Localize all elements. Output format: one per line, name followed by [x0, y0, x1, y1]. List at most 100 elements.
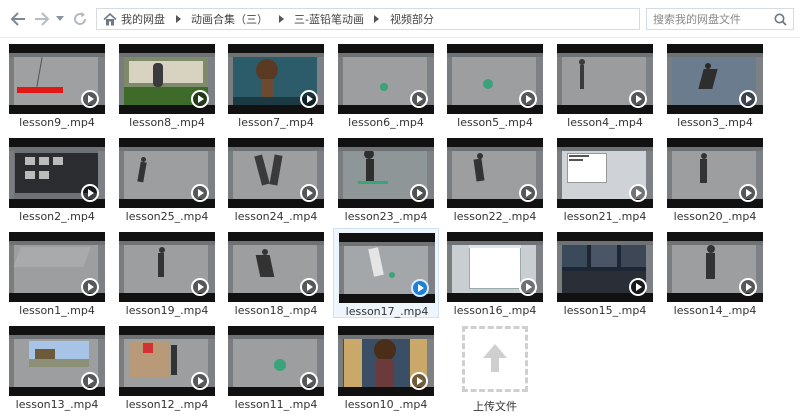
- upload-label[interactable]: 上传文件: [442, 398, 548, 414]
- video-thumbnail[interactable]: [667, 138, 763, 208]
- file-item-video[interactable]: lesson22_.mp4: [442, 134, 548, 224]
- video-thumbnail[interactable]: [557, 44, 653, 114]
- play-icon[interactable]: [191, 90, 209, 108]
- play-icon[interactable]: [191, 372, 209, 390]
- play-icon[interactable]: [519, 184, 537, 202]
- file-item-video[interactable]: lesson24_.mp4: [223, 134, 329, 224]
- file-item-video[interactable]: lesson7_.mp4: [223, 40, 329, 130]
- file-item-video[interactable]: lesson21_.mp4: [552, 134, 658, 224]
- file-name[interactable]: lesson24_.mp4: [223, 210, 329, 223]
- home-icon[interactable]: [103, 12, 117, 26]
- back-button[interactable]: [8, 9, 28, 29]
- file-item-video[interactable]: lesson13_.mp4: [4, 322, 110, 412]
- forward-button[interactable]: [32, 9, 52, 29]
- video-thumbnail[interactable]: [228, 44, 324, 114]
- file-name[interactable]: lesson19_.mp4: [114, 304, 220, 317]
- play-icon[interactable]: [300, 278, 318, 296]
- breadcrumb-item[interactable]: 我的网盘: [121, 11, 165, 27]
- video-thumbnail[interactable]: [119, 232, 215, 302]
- play-icon[interactable]: [300, 184, 318, 202]
- play-icon[interactable]: [629, 184, 647, 202]
- video-thumbnail[interactable]: [338, 44, 434, 114]
- video-thumbnail[interactable]: [667, 44, 763, 114]
- file-name[interactable]: lesson1_.mp4: [4, 304, 110, 317]
- play-icon[interactable]: [519, 278, 537, 296]
- play-icon[interactable]: [739, 278, 757, 296]
- play-icon[interactable]: [519, 90, 537, 108]
- play-icon[interactable]: [81, 184, 99, 202]
- video-thumbnail[interactable]: [9, 44, 105, 114]
- video-thumbnail[interactable]: [9, 138, 105, 208]
- video-thumbnail[interactable]: [447, 44, 543, 114]
- file-item-video[interactable]: lesson11_.mp4: [223, 322, 329, 412]
- file-name[interactable]: lesson8_.mp4: [114, 116, 220, 129]
- file-name[interactable]: lesson11_.mp4: [223, 398, 329, 411]
- video-thumbnail[interactable]: [228, 232, 324, 302]
- play-icon[interactable]: [410, 90, 428, 108]
- file-name[interactable]: lesson15_.mp4: [552, 304, 658, 317]
- video-thumbnail[interactable]: [667, 232, 763, 302]
- video-thumbnail[interactable]: [228, 326, 324, 396]
- play-icon[interactable]: [191, 184, 209, 202]
- file-item-video[interactable]: lesson14_.mp4: [662, 228, 768, 318]
- file-name[interactable]: lesson6_.mp4: [333, 116, 439, 129]
- file-name[interactable]: lesson21_.mp4: [552, 210, 658, 223]
- file-item-video[interactable]: lesson18_.mp4: [223, 228, 329, 318]
- breadcrumb-item[interactable]: 动画合集（三）: [191, 11, 268, 27]
- file-item-video[interactable]: lesson12_.mp4: [114, 322, 220, 412]
- play-icon[interactable]: [411, 279, 429, 297]
- file-item-video[interactable]: lesson20_.mp4: [662, 134, 768, 224]
- file-item-video[interactable]: lesson23_.mp4: [333, 134, 439, 224]
- file-item-video[interactable]: lesson9_.mp4: [4, 40, 110, 130]
- history-dropdown-button[interactable]: [54, 9, 66, 29]
- refresh-button[interactable]: [70, 9, 90, 29]
- file-name[interactable]: lesson20_.mp4: [662, 210, 768, 223]
- file-name[interactable]: lesson14_.mp4: [662, 304, 768, 317]
- play-icon[interactable]: [300, 90, 318, 108]
- file-item-video[interactable]: lesson8_.mp4: [114, 40, 220, 130]
- breadcrumb-item-current[interactable]: 视频部分: [390, 11, 434, 27]
- file-name[interactable]: lesson13_.mp4: [4, 398, 110, 411]
- file-name[interactable]: lesson25_.mp4: [114, 210, 220, 223]
- video-thumbnail[interactable]: [557, 232, 653, 302]
- file-item-video[interactable]: lesson17_.mp4: [333, 228, 439, 318]
- upload-dropzone[interactable]: [462, 326, 528, 392]
- video-thumbnail[interactable]: [9, 326, 105, 396]
- file-name[interactable]: lesson23_.mp4: [333, 210, 439, 223]
- file-name[interactable]: lesson5_.mp4: [442, 116, 548, 129]
- video-thumbnail[interactable]: [228, 138, 324, 208]
- file-name[interactable]: lesson16_.mp4: [442, 304, 548, 317]
- file-item-video[interactable]: lesson10_.mp4: [333, 322, 439, 412]
- video-thumbnail[interactable]: [557, 138, 653, 208]
- file-name[interactable]: lesson3_.mp4: [662, 116, 768, 129]
- file-name[interactable]: lesson9_.mp4: [4, 116, 110, 129]
- file-item-video[interactable]: lesson6_.mp4: [333, 40, 439, 130]
- video-thumbnail[interactable]: [9, 232, 105, 302]
- play-icon[interactable]: [191, 278, 209, 296]
- play-icon[interactable]: [81, 90, 99, 108]
- file-name[interactable]: lesson17_.mp4: [334, 305, 440, 318]
- video-thumbnail[interactable]: [447, 232, 543, 302]
- play-icon[interactable]: [300, 372, 318, 390]
- video-thumbnail[interactable]: [119, 326, 215, 396]
- play-icon[interactable]: [739, 184, 757, 202]
- file-item-video[interactable]: lesson2_.mp4: [4, 134, 110, 224]
- play-icon[interactable]: [739, 90, 757, 108]
- video-thumbnail[interactable]: [447, 138, 543, 208]
- file-name[interactable]: lesson12_.mp4: [114, 398, 220, 411]
- file-name[interactable]: lesson4_.mp4: [552, 116, 658, 129]
- file-item-video[interactable]: lesson4_.mp4: [552, 40, 658, 130]
- play-icon[interactable]: [81, 372, 99, 390]
- breadcrumb-item[interactable]: 三-蓝铅笔动画: [294, 11, 364, 27]
- video-thumbnail[interactable]: [119, 138, 215, 208]
- file-item-video[interactable]: lesson1_.mp4: [4, 228, 110, 318]
- video-thumbnail[interactable]: [338, 326, 434, 396]
- file-name[interactable]: lesson18_.mp4: [223, 304, 329, 317]
- search-input[interactable]: [647, 12, 771, 26]
- file-item-video[interactable]: lesson3_.mp4: [662, 40, 768, 130]
- file-item-video[interactable]: lesson5_.mp4: [442, 40, 548, 130]
- file-name[interactable]: lesson2_.mp4: [4, 210, 110, 223]
- file-name[interactable]: lesson7_.mp4: [223, 116, 329, 129]
- play-icon[interactable]: [629, 278, 647, 296]
- file-name[interactable]: lesson10_.mp4: [333, 398, 439, 411]
